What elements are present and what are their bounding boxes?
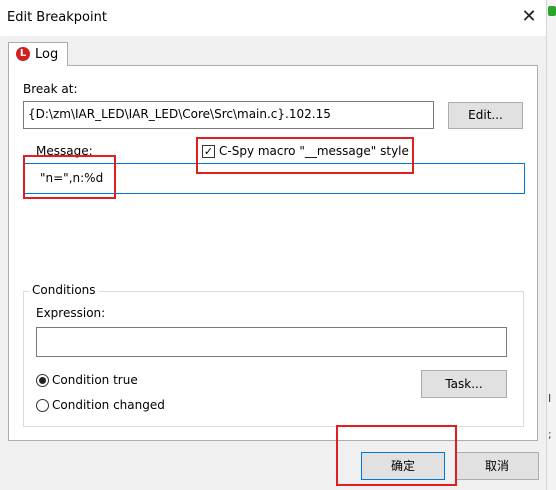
cancel-button[interactable]: 取消 bbox=[455, 452, 539, 480]
expression-label: Expression: bbox=[36, 306, 106, 320]
break-at-value: {D:\zm\IAR_LED\IAR_LED\Core\Src\main.c}.… bbox=[28, 107, 331, 121]
break-at-label: Break at: bbox=[23, 82, 78, 96]
close-icon[interactable]: ✕ bbox=[518, 6, 540, 28]
message-input[interactable]: "n=",n:%d bbox=[23, 163, 525, 194]
condition-true-radio[interactable] bbox=[36, 374, 49, 387]
expression-input[interactable] bbox=[36, 327, 507, 357]
run-icon bbox=[548, 6, 556, 16]
conditions-title: Conditions bbox=[30, 283, 98, 297]
task-button[interactable]: Task... bbox=[421, 370, 507, 398]
tab-label: Log bbox=[35, 47, 59, 62]
cspy-style-label: C-Spy macro "__message" style bbox=[219, 144, 409, 158]
ok-button[interactable]: 确定 bbox=[361, 452, 445, 480]
window-title: Edit Breakpoint bbox=[7, 10, 107, 25]
tab-log[interactable]: L Log bbox=[8, 42, 68, 66]
log-breakpoint-icon: L bbox=[16, 47, 30, 61]
background-window-text: I bbox=[548, 392, 552, 405]
message-label: Message: bbox=[36, 144, 93, 158]
background-window-text: ; bbox=[548, 428, 552, 441]
background-window-edge bbox=[546, 0, 556, 490]
cspy-style-checkbox[interactable]: ✓ bbox=[202, 145, 215, 158]
condition-changed-radio[interactable] bbox=[36, 399, 49, 412]
radio-selected-dot bbox=[39, 377, 46, 384]
condition-changed-label: Condition changed bbox=[52, 398, 165, 412]
edit-button[interactable]: Edit... bbox=[448, 102, 523, 129]
condition-true-label: Condition true bbox=[52, 373, 138, 387]
break-at-field[interactable]: {D:\zm\IAR_LED\IAR_LED\Core\Src\main.c}.… bbox=[23, 101, 434, 129]
message-value: "n=",n:%d bbox=[40, 171, 104, 185]
